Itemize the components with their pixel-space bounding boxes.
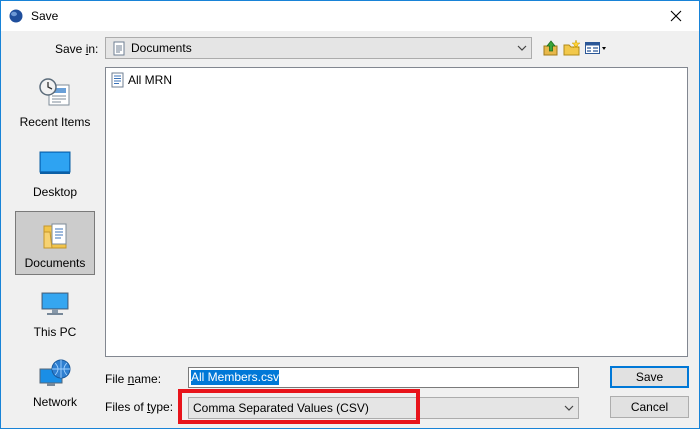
new-folder-button[interactable] bbox=[563, 39, 581, 57]
view-menu-button[interactable] bbox=[584, 39, 608, 57]
save-dialog: Save Save in: Documents Recent Items Des… bbox=[0, 0, 700, 429]
file-list[interactable]: All MRN bbox=[105, 67, 688, 357]
place-desktop[interactable]: Desktop bbox=[15, 141, 95, 205]
files-of-type-label: Files of type: bbox=[105, 400, 174, 414]
document-file-icon bbox=[111, 72, 124, 88]
close-button[interactable] bbox=[653, 1, 699, 31]
view-grid-icon bbox=[585, 42, 606, 54]
place-label: Recent Items bbox=[19, 115, 91, 129]
save-in-dropdown[interactable]: Documents bbox=[105, 37, 532, 59]
places-bar: Recent Items Desktop Documents This PC N… bbox=[13, 67, 97, 417]
place-label: Network bbox=[32, 395, 77, 409]
files-of-type-value: Comma Separated Values (CSV) bbox=[193, 401, 369, 415]
cancel-button[interactable]: Cancel bbox=[610, 396, 689, 418]
network-icon bbox=[39, 359, 71, 386]
desktop-icon bbox=[39, 151, 71, 174]
computer-icon bbox=[41, 292, 69, 315]
file-name-label: File name: bbox=[105, 372, 162, 386]
place-label: Desktop bbox=[32, 185, 78, 199]
chevron-down-icon bbox=[517, 45, 527, 51]
documents-icon bbox=[43, 223, 67, 249]
window-title: Save bbox=[31, 9, 59, 23]
documents-folder-icon bbox=[113, 41, 125, 56]
title-bar[interactable]: Save bbox=[1, 1, 699, 31]
save-button[interactable]: Save bbox=[610, 366, 689, 388]
place-documents[interactable]: Documents bbox=[15, 211, 95, 275]
files-of-type-dropdown[interactable]: Comma Separated Values (CSV) bbox=[188, 397, 579, 419]
app-globe-icon bbox=[9, 9, 23, 23]
place-label: Documents bbox=[24, 256, 86, 270]
place-network[interactable]: Network bbox=[15, 351, 95, 415]
close-icon bbox=[670, 10, 682, 22]
file-name-input[interactable]: All Members.csv bbox=[188, 367, 579, 388]
file-name-text: All MRN bbox=[128, 73, 172, 87]
place-this-pc[interactable]: This PC bbox=[15, 281, 95, 345]
save-in-label: Save in: bbox=[55, 42, 99, 56]
recent-items-icon bbox=[39, 78, 70, 106]
file-name-value: All Members.csv bbox=[191, 370, 280, 385]
up-one-level-button[interactable] bbox=[542, 39, 560, 57]
save-in-value: Documents bbox=[131, 41, 192, 55]
chevron-down-icon bbox=[564, 405, 574, 411]
folder-up-icon bbox=[543, 40, 558, 56]
new-folder-icon bbox=[563, 39, 581, 56]
place-label: This PC bbox=[33, 325, 77, 339]
place-recent-items[interactable]: Recent Items bbox=[15, 71, 95, 135]
